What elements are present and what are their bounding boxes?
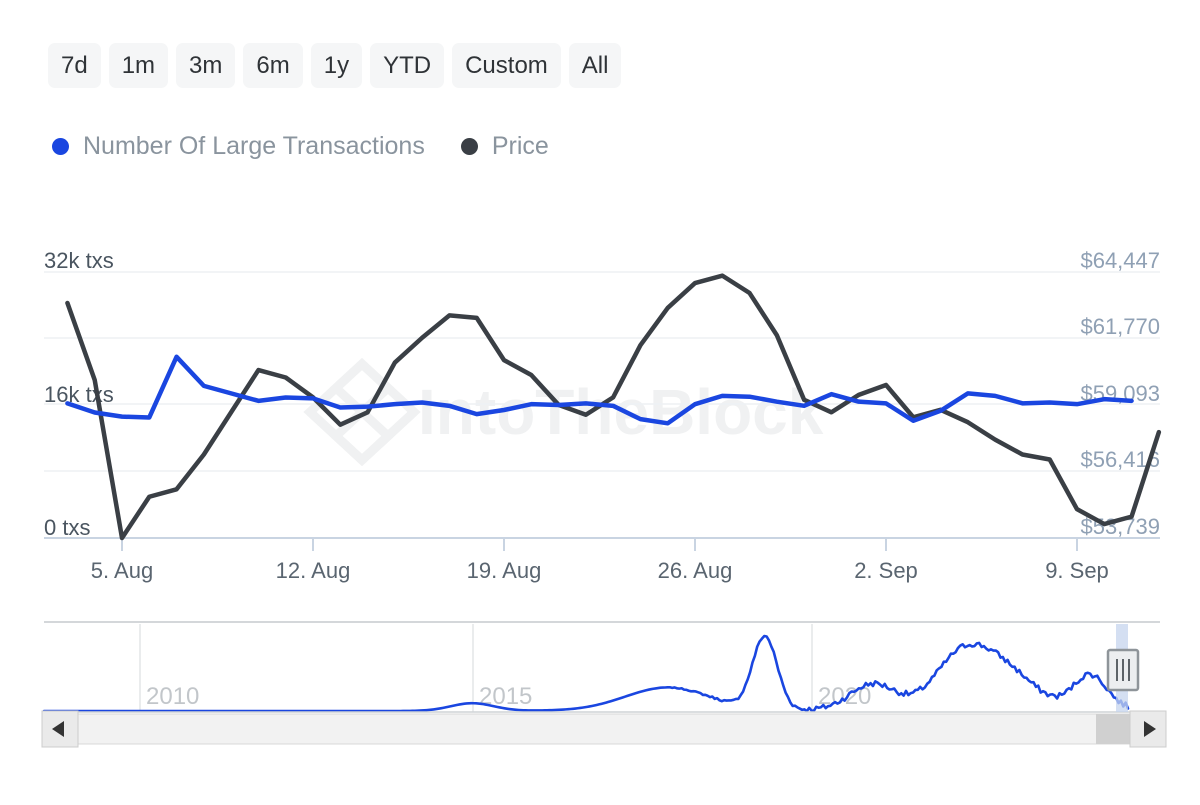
legend-item-large-transactions[interactable]: Number Of Large Transactions — [52, 132, 425, 161]
scrollbar-left-arrow-hit[interactable] — [42, 711, 78, 747]
range-button-all[interactable]: All — [568, 43, 622, 88]
large-transactions-line-series — [65, 354, 1134, 426]
intotheblock-logo-icon — [303, 357, 421, 467]
x-axis-tick-label: 12. Aug — [276, 558, 351, 583]
scrollbar-right-arrow-hit[interactable] — [1130, 711, 1166, 747]
range-button-3m[interactable]: 3m — [176, 43, 236, 88]
navigator-right-handle-grip[interactable] — [1108, 650, 1138, 690]
right-axis-tick-label: $59,093 — [1080, 381, 1160, 406]
legend-label-large-transactions: Number Of Large Transactions — [83, 132, 425, 160]
legend-dot-icon-price — [460, 138, 478, 155]
legend-label-price: Price — [491, 132, 549, 160]
scrollbar-track-hit[interactable] — [72, 714, 1132, 744]
legend-item-price[interactable]: Price — [460, 132, 549, 161]
range-button-ytd[interactable]: YTD — [370, 43, 445, 88]
price-line-series — [65, 273, 1162, 541]
watermark: IntoTheBlock — [303, 357, 824, 467]
right-axis-tick-label: $64,447 — [1080, 248, 1160, 273]
legend-dot-icon-large-transactions — [52, 138, 69, 155]
right-axis-tick-label: $53,739 — [1080, 514, 1160, 539]
navigator-track[interactable] — [44, 624, 1160, 712]
watermark-text: IntoTheBlock — [418, 376, 824, 448]
left-axis-tick-label: 0 txs — [44, 515, 90, 540]
x-axis-tick-label: 5. Aug — [91, 558, 153, 583]
range-selector: 7d 1m 3m 6m 1y YTD Custom All — [48, 43, 622, 88]
left-axis-tick-label: 32k txs — [44, 248, 114, 273]
x-axis — [44, 537, 1160, 551]
range-button-1m[interactable]: 1m — [108, 43, 169, 88]
range-button-custom[interactable]: Custom — [452, 43, 561, 88]
scrollbar-thumb-hit[interactable] — [1096, 714, 1132, 744]
chart-legend: Number Of Large Transactions Price — [52, 132, 549, 161]
range-button-6m[interactable]: 6m — [243, 43, 303, 88]
left-axis-tick-label: 16k txs — [44, 382, 114, 407]
x-axis-labels: 5. Aug 12. Aug 19. Aug 26. Aug 2. Sep 9.… — [91, 558, 1109, 583]
right-axis-labels: $64,447 $61,770 $59,093 $56,416 $53,739 — [1080, 248, 1160, 539]
x-axis-tick-label: 2. Sep — [854, 558, 918, 583]
right-axis-tick-label: $61,770 — [1080, 314, 1160, 339]
range-button-7d[interactable]: 7d — [48, 43, 101, 88]
right-axis-tick-label: $56,416 — [1080, 447, 1160, 472]
left-axis-labels: 32k txs 16k txs 0 txs — [44, 248, 114, 540]
gridlines — [44, 271, 1160, 472]
x-axis-tick-label: 19. Aug — [467, 558, 542, 583]
range-button-1y[interactable]: 1y — [310, 43, 363, 88]
x-axis-tick-label: 9. Sep — [1045, 558, 1109, 583]
navigator: 2010 2015 2020 — [0, 0, 1200, 805]
x-axis-tick-label: 26. Aug — [658, 558, 733, 583]
